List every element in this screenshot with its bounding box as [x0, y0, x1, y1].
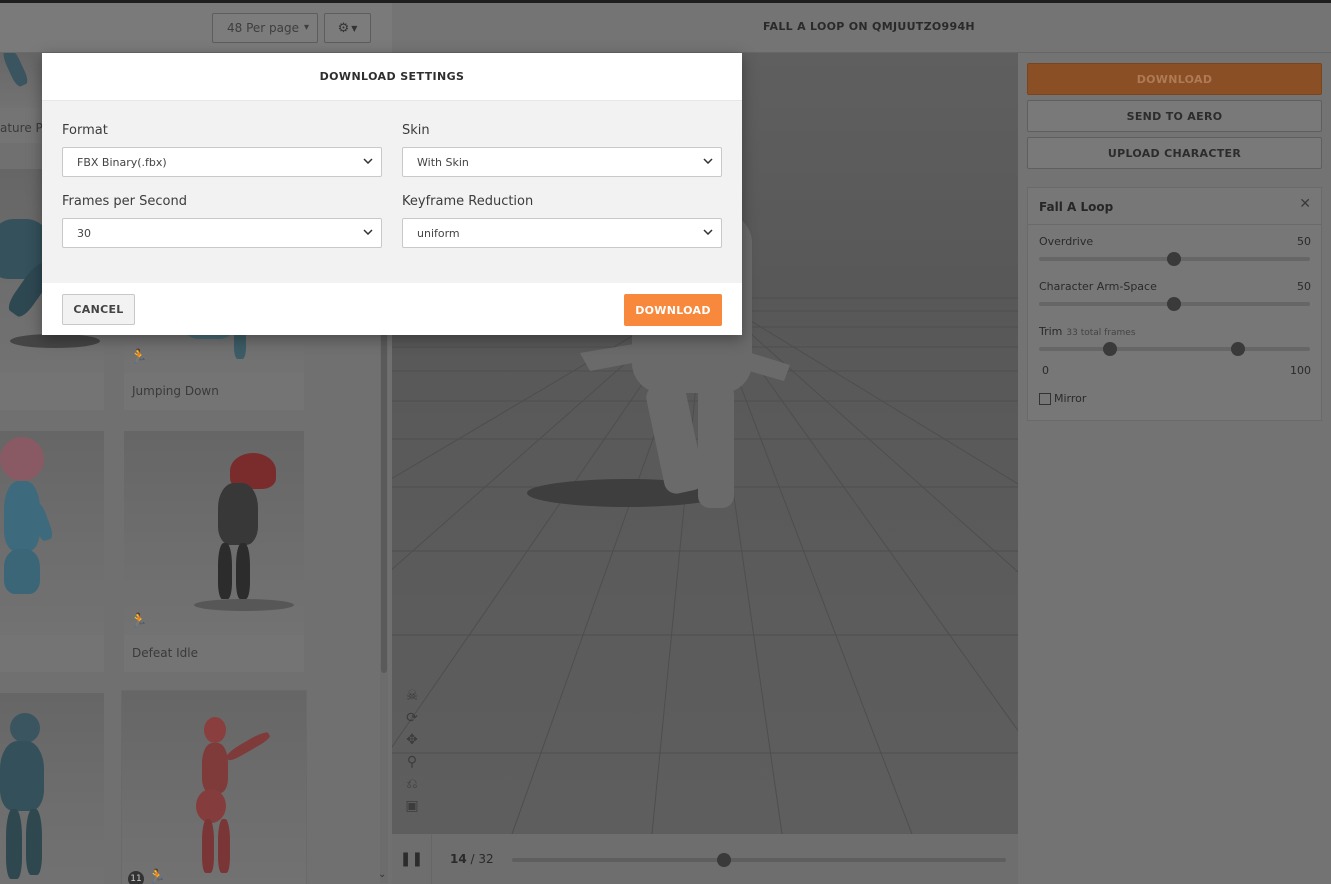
- animation-type-icon: 🏃: [130, 613, 148, 629]
- trim-title: Trim: [1039, 325, 1063, 338]
- format-select[interactable]: FBX Binary(.fbx): [62, 147, 382, 177]
- close-icon[interactable]: ✕: [1299, 196, 1311, 212]
- current-frame: 14: [450, 852, 467, 866]
- send-to-aero-button[interactable]: SEND TO AERO: [1027, 100, 1322, 132]
- divider: [1028, 224, 1321, 225]
- skin-label: Skin: [402, 123, 430, 138]
- cancel-button[interactable]: CANCEL: [62, 294, 135, 325]
- browser-toolbar: 48 Per page ▾ ⚙ ▼: [0, 3, 392, 53]
- trim-frames-count: 33 total frames: [1066, 328, 1136, 338]
- confirm-download-button[interactable]: DOWNLOAD: [624, 294, 722, 326]
- animation-card[interactable]: [0, 693, 104, 884]
- animation-card[interactable]: 🏃 Defeat Idle: [124, 431, 304, 672]
- animation-type-icon: 🏃: [148, 869, 166, 884]
- keyframe-reduction-label: Keyframe Reduction: [402, 194, 534, 209]
- trim-label: Trim 33 total frames: [1039, 325, 1136, 338]
- timeline-track[interactable]: [512, 858, 1006, 862]
- download-settings-dialog: DOWNLOAD SETTINGS Format FBX Binary(.fbx…: [42, 53, 742, 335]
- orbit-icon[interactable]: ⟳: [403, 710, 421, 726]
- per-page-select[interactable]: 48 Per page ▾: [212, 13, 318, 43]
- mirror-toggle[interactable]: Mirror: [1039, 392, 1086, 405]
- fps-select[interactable]: 30: [62, 218, 382, 248]
- trim-end-knob[interactable]: [1231, 342, 1245, 356]
- animation-card[interactable]: 11 🏃: [121, 690, 307, 884]
- animation-label: Defeat Idle: [132, 646, 198, 660]
- total-frames: / 32: [470, 852, 494, 866]
- trim-min-value: 0: [1042, 364, 1049, 377]
- zoom-icon[interactable]: ⚲: [403, 754, 421, 770]
- animation-thumbnail: [122, 691, 306, 884]
- gear-icon: ⚙: [337, 20, 350, 36]
- fps-label: Frames per Second: [62, 194, 187, 209]
- animation-card[interactable]: [0, 431, 104, 672]
- skin-value: With Skin: [417, 155, 469, 169]
- animation-title: Fall A Loop: [1039, 200, 1114, 214]
- trim-max-value: 100: [1290, 364, 1311, 377]
- variation-count-badge: 11: [128, 871, 144, 884]
- chevron-down-icon: [701, 154, 715, 168]
- scroll-down-icon[interactable]: ⌄: [378, 869, 386, 880]
- animation-settings-box: Fall A Loop ✕ Overdrive 50 Character Arm…: [1027, 187, 1322, 421]
- pause-button[interactable]: ❚❚: [392, 834, 432, 884]
- animation-label: Jumping Down: [132, 384, 219, 398]
- arm-space-slider-knob[interactable]: [1167, 297, 1181, 311]
- animation-thumbnail: [124, 431, 304, 635]
- frame-counter: 14 / 32: [450, 852, 494, 866]
- actions-panel: DOWNLOAD SEND TO AERO UPLOAD CHARACTER F…: [1018, 53, 1331, 884]
- viewer-title: FALL A LOOP ON QMJUUTZO994H: [763, 20, 975, 33]
- dialog-body: Format FBX Binary(.fbx) Skin With Skin F…: [42, 101, 742, 283]
- chevron-down-icon: [361, 225, 375, 239]
- arm-space-label: Character Arm-Space: [1039, 280, 1157, 293]
- per-page-value: 48 Per page: [227, 21, 299, 35]
- overdrive-label: Overdrive: [1039, 235, 1094, 248]
- pan-icon[interactable]: ✥: [403, 732, 421, 748]
- dialog-title: DOWNLOAD SETTINGS: [42, 53, 742, 101]
- chevron-down-icon: [361, 154, 375, 168]
- arm-space-value: 50: [1297, 280, 1311, 293]
- keyframe-reduction-select[interactable]: uniform: [402, 218, 722, 248]
- viewport-toolbar: ☠ ⟳ ✥ ⚲ ⎌ ▣: [403, 688, 421, 814]
- trim-start-knob[interactable]: [1103, 342, 1117, 356]
- animation-thumbnail: [0, 431, 104, 635]
- skeleton-icon[interactable]: ☠: [403, 688, 421, 704]
- pause-icon: ❚❚: [399, 851, 424, 867]
- fps-value: 30: [77, 226, 91, 240]
- playback-bar: ❚❚ 14 / 32: [392, 834, 1018, 884]
- dialog-footer: CANCEL DOWNLOAD: [42, 283, 742, 335]
- mirror-checkbox[interactable]: [1039, 392, 1051, 405]
- overdrive-slider-knob[interactable]: [1167, 252, 1181, 266]
- animation-thumbnail: [0, 693, 104, 884]
- keyframe-reduction-value: uniform: [417, 226, 460, 240]
- timeline-scrubber[interactable]: [717, 853, 732, 867]
- reset-camera-icon[interactable]: ⎌: [403, 776, 421, 792]
- format-value: FBX Binary(.fbx): [77, 155, 167, 169]
- download-button[interactable]: DOWNLOAD: [1027, 63, 1322, 95]
- upload-character-button[interactable]: UPLOAD CHARACTER: [1027, 137, 1322, 169]
- camera-icon[interactable]: ▣: [403, 798, 421, 814]
- chevron-down-icon: ▾: [303, 22, 309, 33]
- settings-menu-button[interactable]: ⚙ ▼: [324, 13, 371, 43]
- trim-slider-track[interactable]: [1039, 347, 1310, 351]
- overdrive-value: 50: [1297, 235, 1311, 248]
- animation-type-icon: 🏃: [130, 349, 148, 365]
- chevron-down-icon: [701, 225, 715, 239]
- mirror-label: Mirror: [1054, 392, 1087, 405]
- caret-down-icon: ▼: [351, 23, 358, 33]
- format-label: Format: [62, 123, 108, 138]
- skin-select[interactable]: With Skin: [402, 147, 722, 177]
